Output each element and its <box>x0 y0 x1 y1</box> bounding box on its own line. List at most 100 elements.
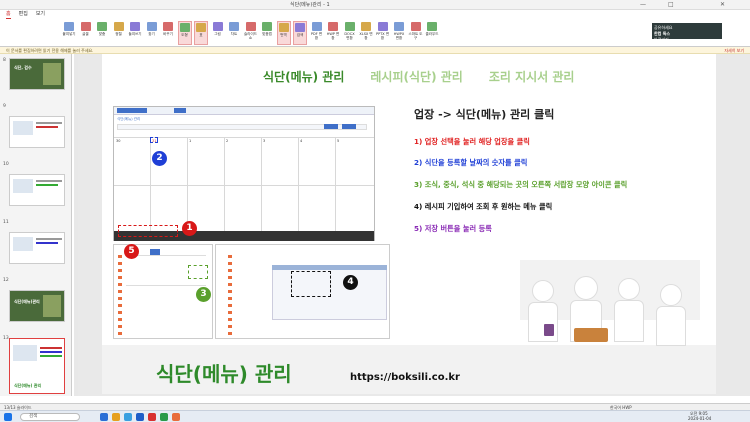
notice-text: 이 문서를 편집하려면 읽기 전용 해제를 눌러 주세요. <box>6 48 94 53</box>
slide-big-title: 식단(메뉴) 관리 <box>156 362 292 386</box>
slide-thumbnail[interactable]: 식단(메뉴)관리 <box>9 290 65 322</box>
ribbon-button[interactable]: 클라우드 <box>425 21 439 45</box>
ribbon-tool-icon <box>394 22 404 31</box>
ribbon-button[interactable]: 정렬 <box>112 21 126 45</box>
ribbon-tool-icon <box>410 22 421 31</box>
calendar-screenshot: 식단(메뉴) 관리 30 31 1 2 3 4 5 <box>113 106 375 241</box>
site-select-highlight <box>118 225 178 237</box>
ribbon-button[interactable]: HWP 변환 <box>326 21 340 45</box>
menu-edit[interactable]: 편집 <box>19 10 28 19</box>
app-icon-store[interactable] <box>124 413 132 421</box>
tab-recipe-management: 레시피(식단) 관리 <box>370 70 463 84</box>
menu-home[interactable]: 홈 <box>6 10 11 19</box>
ribbon-tool-icon <box>146 22 157 31</box>
step-marker-5: 5 <box>124 244 139 259</box>
app-icon-show[interactable] <box>172 413 180 421</box>
ribbon-tool-icon <box>80 22 91 31</box>
calendar-day[interactable]: 4 <box>300 139 302 143</box>
window-titlebar: 식단(메뉴)관리 - 1 — □ ✕ <box>0 0 750 10</box>
ribbon-tool-icon <box>328 22 338 31</box>
tab-cooking-instruction: 조리 지시서 관리 <box>488 70 575 84</box>
thumb-number: 11 <box>3 220 9 225</box>
ribbon-button[interactable]: DOCX 변환 <box>343 21 357 45</box>
minimize-icon[interactable]: — <box>640 1 646 8</box>
step-2: 2) 식단을 등록할 날짜의 숫자를 클릭 <box>414 158 528 167</box>
ribbon-button[interactable]: XLSX 변환 <box>359 21 373 45</box>
ribbon-button[interactable]: 그림 <box>211 21 225 45</box>
step-marker-4: 4 <box>343 275 358 290</box>
maximize-icon[interactable]: □ <box>668 1 674 8</box>
ribbon-button-label: 슬라이드 쇼 <box>244 32 257 40</box>
os-taskbar: 검색 오전 9:05 2024-01-04 <box>0 410 750 422</box>
readonly-notice: 이 문서를 편집하려면 읽기 전용 해제를 눌러 주세요. 자세히 보기 <box>0 47 750 54</box>
ribbon-button[interactable]: HWPX 변환 <box>392 21 406 45</box>
ribbon-button[interactable]: PDF 변환 <box>310 21 324 45</box>
ribbon-button[interactable]: 글꼴 <box>79 21 93 45</box>
ribbon-button-label: DOCX 변환 <box>344 32 355 40</box>
menu-view[interactable]: 보기 <box>36 10 45 19</box>
recipe-highlight <box>291 271 331 297</box>
thumb-number: 8 <box>3 58 6 63</box>
calendar-day[interactable]: 5 <box>337 139 339 143</box>
ad-banner[interactable]: 공유하세요 한컴 독스 바로가기 <box>652 23 722 42</box>
ribbon-button-label: 번역 <box>280 33 287 37</box>
slide-tabs: 식단(메뉴) 관리 레시피(식단) 관리 조리 지시서 관리 <box>263 68 574 85</box>
ribbon-button[interactable]: PPTX 변환 <box>376 21 390 45</box>
ribbon-button[interactable]: 바꾸기 <box>161 21 175 45</box>
ribbon-tool-icon <box>64 22 74 31</box>
slide-thumbnail[interactable] <box>9 116 65 148</box>
ribbon-tool-icon <box>163 22 173 31</box>
ribbon-button[interactable]: 들여쓰기 <box>128 21 142 45</box>
ribbon-button[interactable]: 차트 <box>227 21 241 45</box>
step-marker-2: 2 <box>152 151 167 166</box>
calendar-day[interactable]: 1 <box>189 139 191 143</box>
recipe-screenshot <box>215 244 390 339</box>
app-icon-folder[interactable] <box>112 413 120 421</box>
windows-start-icon[interactable] <box>4 413 12 421</box>
slide-thumbnail[interactable] <box>9 174 65 206</box>
ribbon-button[interactable]: 도형 <box>177 21 192 45</box>
app-icon-mail[interactable] <box>136 413 144 421</box>
slide-thumbnail[interactable]: 식단, 검수 <box>9 58 65 90</box>
ribbon-button[interactable]: 검색 <box>293 21 307 45</box>
step-3: 3) 조식, 중식, 석식 중 해당되는 곳의 오른쪽 서랍장 모양 아이콘 클… <box>414 180 628 189</box>
shot-header: 식단(메뉴) 관리 <box>117 117 141 121</box>
ribbon-tool-icon <box>278 23 289 32</box>
calendar-day[interactable]: 2 <box>226 139 228 143</box>
ribbon-button-label: XLSX 변환 <box>359 32 373 40</box>
ribbon-button[interactable]: 번역 <box>276 21 291 45</box>
chefs-illustration <box>510 240 710 395</box>
slide-thumbnail-selected[interactable]: 식단(메뉴) 관리 <box>9 338 65 394</box>
close-icon[interactable]: ✕ <box>720 1 725 8</box>
ribbon-tool-icon <box>196 23 206 32</box>
app-icon-hancom[interactable] <box>160 413 168 421</box>
ribbon-button[interactable]: 슬라이드 쇼 <box>244 21 258 45</box>
drawer-highlight <box>188 265 208 279</box>
ribbon-button[interactable]: 찾기 <box>145 21 159 45</box>
ribbon-button-label: 검색 <box>296 33 304 37</box>
ribbon-button-label: 도형 <box>181 33 188 37</box>
website-url[interactable]: https://boksili.co.kr <box>350 372 460 383</box>
app-icon-edge[interactable] <box>100 413 108 421</box>
notice-link[interactable]: 자세히 보기 <box>718 47 744 54</box>
calendar-day[interactable]: 3 <box>263 139 265 143</box>
ribbon-button[interactable]: 맞춤 <box>95 21 109 45</box>
slide-thumbnail[interactable] <box>9 232 65 264</box>
ribbon-button[interactable]: 붙여넣기 <box>62 21 76 45</box>
ribbon-button[interactable]: 맞춤법 <box>260 21 274 45</box>
ribbon-tool-icon <box>245 22 256 31</box>
taskbar-search[interactable]: 검색 <box>20 413 80 421</box>
ribbon-button-label: 바꾸기 <box>163 32 173 36</box>
step-1: 1) 업장 선택을 눌러 해당 업장을 클릭 <box>414 137 530 146</box>
app-icon-office[interactable] <box>148 413 156 421</box>
ribbon-tool-icon <box>427 22 437 31</box>
calendar-day[interactable]: 30 <box>116 139 120 143</box>
ribbon-button[interactable]: 스마트 도구 <box>409 21 423 45</box>
step-5: 5) 저장 버튼을 눌러 등록 <box>414 224 492 233</box>
thumb-number: 9 <box>3 104 6 109</box>
ribbon-button-label: 붙여넣기 <box>62 32 76 36</box>
window-title: 식단(메뉴)관리 - 1 <box>290 2 330 8</box>
ribbon-button[interactable]: 표 <box>194 21 208 45</box>
ribbon-button-label: 차트 <box>230 32 238 36</box>
ribbon-tool-icon <box>344 22 355 31</box>
